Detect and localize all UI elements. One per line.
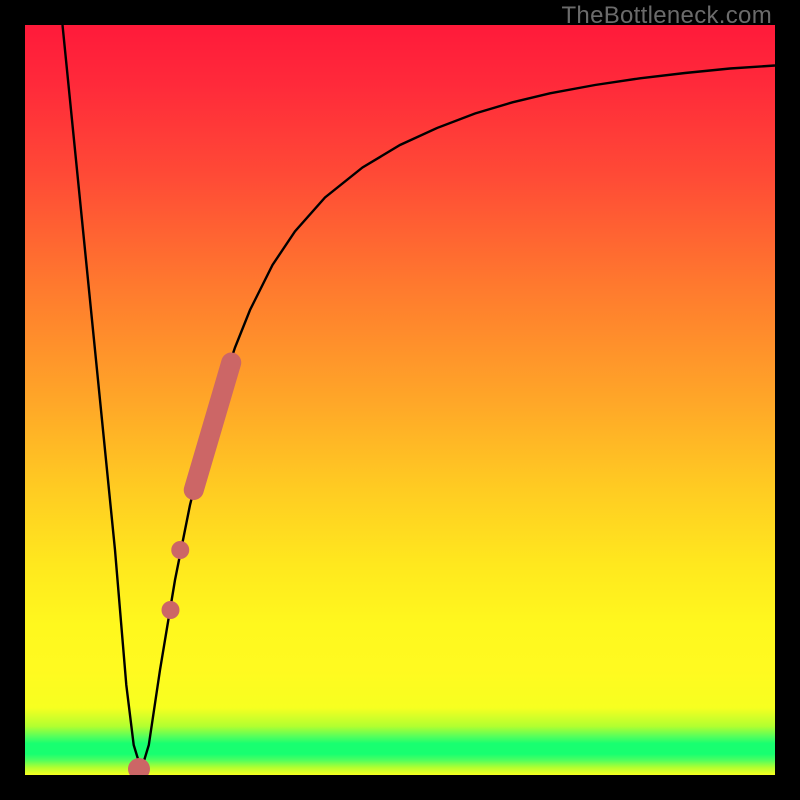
dot-above-dip-1 bbox=[162, 601, 180, 619]
curve-layer bbox=[25, 25, 775, 775]
plot-area bbox=[25, 25, 775, 775]
dip-dot bbox=[128, 758, 150, 775]
chart-stage: TheBottleneck.com bbox=[0, 0, 800, 800]
dot-above-dip-2 bbox=[171, 541, 189, 559]
highlight-segment-path bbox=[194, 363, 232, 491]
bottleneck-curve-path bbox=[63, 25, 776, 770]
